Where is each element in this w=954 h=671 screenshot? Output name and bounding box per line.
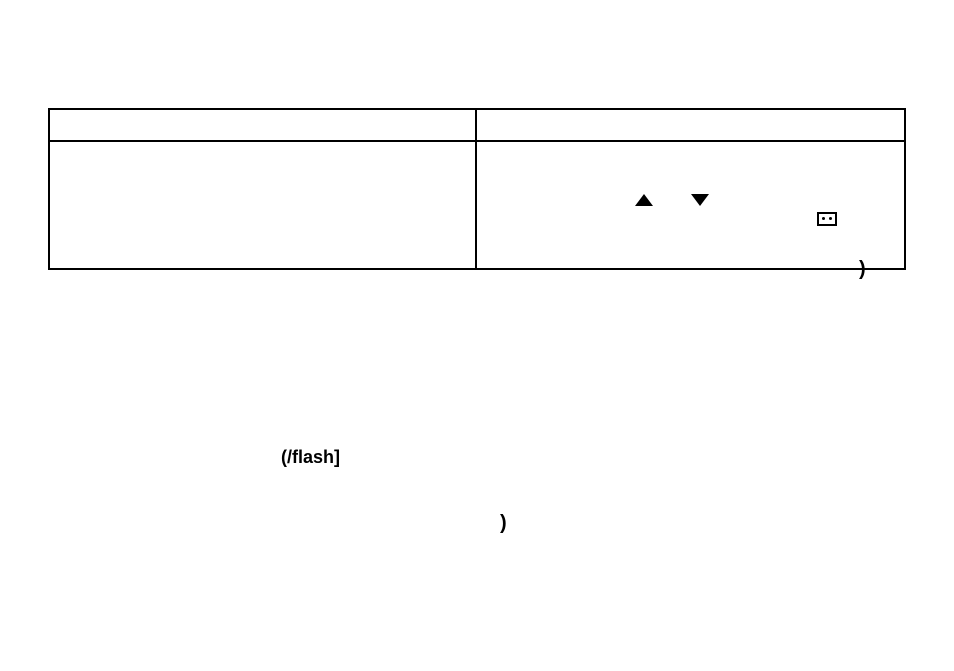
header-cell-2 <box>476 109 905 141</box>
flash-label: (/flash] <box>281 447 340 468</box>
main-table: ) <box>48 108 906 270</box>
dotted-box-icon <box>817 212 837 226</box>
content-cell-1 <box>49 141 476 269</box>
up-arrow-icon <box>635 194 653 206</box>
table-container: ) <box>48 108 906 270</box>
header-cell-1 <box>49 109 476 141</box>
down-arrow-icon <box>691 194 709 206</box>
table-content-row: ) <box>49 141 905 269</box>
table-header-row <box>49 109 905 141</box>
content-cell-2: ) <box>476 141 905 269</box>
close-paren-1: ) <box>859 258 866 281</box>
close-paren-2: ) <box>500 512 507 535</box>
